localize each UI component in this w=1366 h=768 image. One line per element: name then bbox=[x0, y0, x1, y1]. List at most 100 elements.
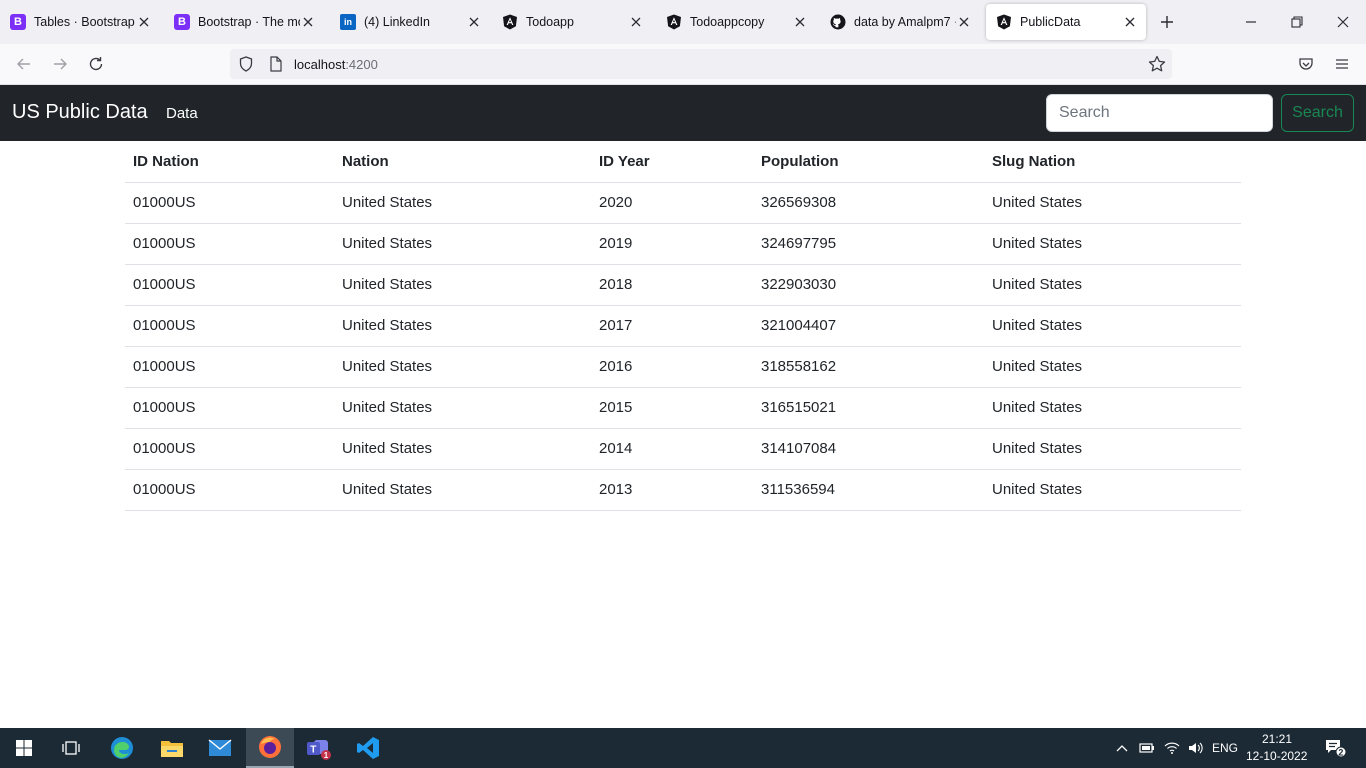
tab-title: Todoappcopy bbox=[690, 15, 765, 29]
table-cell: 01000US bbox=[125, 387, 334, 429]
teams-icon[interactable]: T1 bbox=[294, 728, 342, 768]
clock-time[interactable]: 21:21 bbox=[1262, 732, 1292, 746]
browser-tab[interactable]: B Bootstrap · The most bbox=[164, 4, 324, 40]
close-icon[interactable] bbox=[136, 14, 152, 30]
table-cell: United States bbox=[984, 305, 1241, 347]
table-cell: 322903030 bbox=[753, 264, 984, 306]
close-icon[interactable] bbox=[300, 14, 316, 30]
table-cell: 318558162 bbox=[753, 346, 984, 388]
table-cell: 324697795 bbox=[753, 223, 984, 265]
table-row: 01000US United States 2013 311536594 Uni… bbox=[125, 469, 1241, 511]
page-icon[interactable] bbox=[268, 56, 284, 72]
table-cell: 2018 bbox=[591, 264, 753, 306]
table-cell: 2020 bbox=[591, 182, 753, 224]
close-window-icon[interactable] bbox=[1333, 12, 1353, 32]
table-cell: 01000US bbox=[125, 428, 334, 470]
github-icon bbox=[830, 14, 846, 30]
table-cell: United States bbox=[984, 346, 1241, 388]
angular-icon bbox=[666, 14, 682, 30]
angular-icon bbox=[996, 14, 1012, 30]
bookmark-star-icon[interactable] bbox=[1148, 55, 1166, 73]
url-bar[interactable]: localhost:4200 bbox=[230, 49, 1172, 79]
close-icon[interactable] bbox=[466, 14, 482, 30]
table-cell: United States bbox=[334, 428, 591, 470]
table-cell: 01000US bbox=[125, 346, 334, 388]
table-cell: United States bbox=[984, 387, 1241, 429]
reload-icon[interactable] bbox=[86, 54, 106, 74]
close-icon[interactable] bbox=[1122, 14, 1138, 30]
table-cell: 2015 bbox=[591, 387, 753, 429]
table-cell: United States bbox=[984, 182, 1241, 224]
search-button[interactable]: Search bbox=[1281, 94, 1354, 132]
close-icon[interactable] bbox=[792, 14, 808, 30]
clock-date[interactable]: 12-10-2022 bbox=[1246, 749, 1307, 763]
search-input[interactable] bbox=[1046, 94, 1273, 132]
table-cell: United States bbox=[984, 428, 1241, 470]
table-cell: 326569308 bbox=[753, 182, 984, 224]
column-header: ID Year bbox=[591, 141, 753, 183]
tab-title: Todoapp bbox=[526, 15, 574, 29]
table-cell: 2016 bbox=[591, 346, 753, 388]
tab-title: Bootstrap · The most bbox=[198, 15, 300, 29]
table-cell: 311536594 bbox=[753, 469, 984, 511]
table-cell: United States bbox=[984, 264, 1241, 306]
volume-icon[interactable] bbox=[1186, 728, 1206, 768]
navbar-brand[interactable]: US Public Data bbox=[12, 101, 148, 124]
shield-icon[interactable] bbox=[238, 56, 254, 72]
browser-tab-strip: B Tables · Bootstrap v5 B Bootstrap · Th… bbox=[0, 0, 1366, 44]
browser-tab-active[interactable]: PublicData bbox=[986, 4, 1146, 40]
forward-arrow-icon[interactable] bbox=[50, 54, 70, 74]
new-tab-plus-icon[interactable] bbox=[1157, 12, 1177, 32]
table-cell: 321004407 bbox=[753, 305, 984, 347]
url-host: localhost bbox=[294, 56, 346, 72]
hamburger-menu-icon[interactable] bbox=[1332, 54, 1352, 74]
language-indicator[interactable]: ENG bbox=[1212, 741, 1238, 755]
column-header: Slug Nation bbox=[984, 141, 1241, 183]
table-cell: 316515021 bbox=[753, 387, 984, 429]
table-row: 01000US United States 2016 318558162 Uni… bbox=[125, 346, 1241, 388]
tab-title: PublicData bbox=[1020, 15, 1081, 29]
battery-icon[interactable] bbox=[1138, 728, 1156, 768]
table-cell: United States bbox=[334, 346, 591, 388]
notification-center-icon[interactable]: 2 bbox=[1322, 728, 1348, 768]
browser-toolbar: localhost:4200 bbox=[0, 44, 1366, 85]
table-cell: 01000US bbox=[125, 469, 334, 511]
browser-tab[interactable]: Todoapp bbox=[492, 4, 652, 40]
mail-icon[interactable] bbox=[196, 728, 244, 768]
data-table: ID Nation Nation ID Year Population Slug… bbox=[125, 141, 1241, 511]
bootstrap-icon: B bbox=[174, 14, 190, 30]
notification-count: 2 bbox=[1338, 747, 1343, 757]
task-view-icon[interactable] bbox=[48, 728, 96, 768]
table-cell: United States bbox=[334, 387, 591, 429]
tab-title: Tables · Bootstrap v5 bbox=[34, 15, 136, 29]
table-cell: 01000US bbox=[125, 264, 334, 306]
windows-taskbar: T1 ENG 21:21 12-10-2022 2 bbox=[0, 728, 1366, 768]
table-row: 01000US United States 2018 322903030 Uni… bbox=[125, 264, 1241, 306]
browser-tab[interactable]: data by Amalpm7 · I bbox=[820, 4, 980, 40]
wifi-icon[interactable] bbox=[1162, 728, 1182, 768]
vscode-icon[interactable] bbox=[344, 728, 392, 768]
pocket-icon[interactable] bbox=[1296, 54, 1316, 74]
tray-chevron-up-icon[interactable] bbox=[1114, 728, 1130, 768]
close-icon[interactable] bbox=[628, 14, 644, 30]
file-explorer-icon[interactable] bbox=[148, 728, 196, 768]
restore-icon[interactable] bbox=[1287, 12, 1307, 32]
edge-browser-icon[interactable] bbox=[98, 728, 146, 768]
browser-tab[interactable]: B Tables · Bootstrap v5 bbox=[0, 4, 160, 40]
column-header: Nation bbox=[334, 141, 591, 183]
table-row: 01000US United States 2014 314107084 Uni… bbox=[125, 428, 1241, 470]
browser-tab[interactable]: Todoappcopy bbox=[656, 4, 816, 40]
nav-link-data[interactable]: Data bbox=[166, 105, 198, 122]
table-cell: 01000US bbox=[125, 305, 334, 347]
minimize-icon[interactable] bbox=[1241, 12, 1261, 32]
browser-tab[interactable]: in (4) LinkedIn bbox=[330, 4, 490, 40]
table-cell: 01000US bbox=[125, 182, 334, 224]
table-header-row: ID Nation Nation ID Year Population Slug… bbox=[125, 141, 1241, 183]
table-row: 01000US United States 2017 321004407 Uni… bbox=[125, 305, 1241, 347]
back-arrow-icon[interactable] bbox=[14, 54, 34, 74]
firefox-icon[interactable] bbox=[246, 728, 294, 768]
svg-text:T: T bbox=[310, 745, 316, 756]
close-icon[interactable] bbox=[956, 14, 972, 30]
windows-start-icon[interactable] bbox=[0, 728, 48, 768]
table-row: 01000US United States 2015 316515021 Uni… bbox=[125, 387, 1241, 429]
